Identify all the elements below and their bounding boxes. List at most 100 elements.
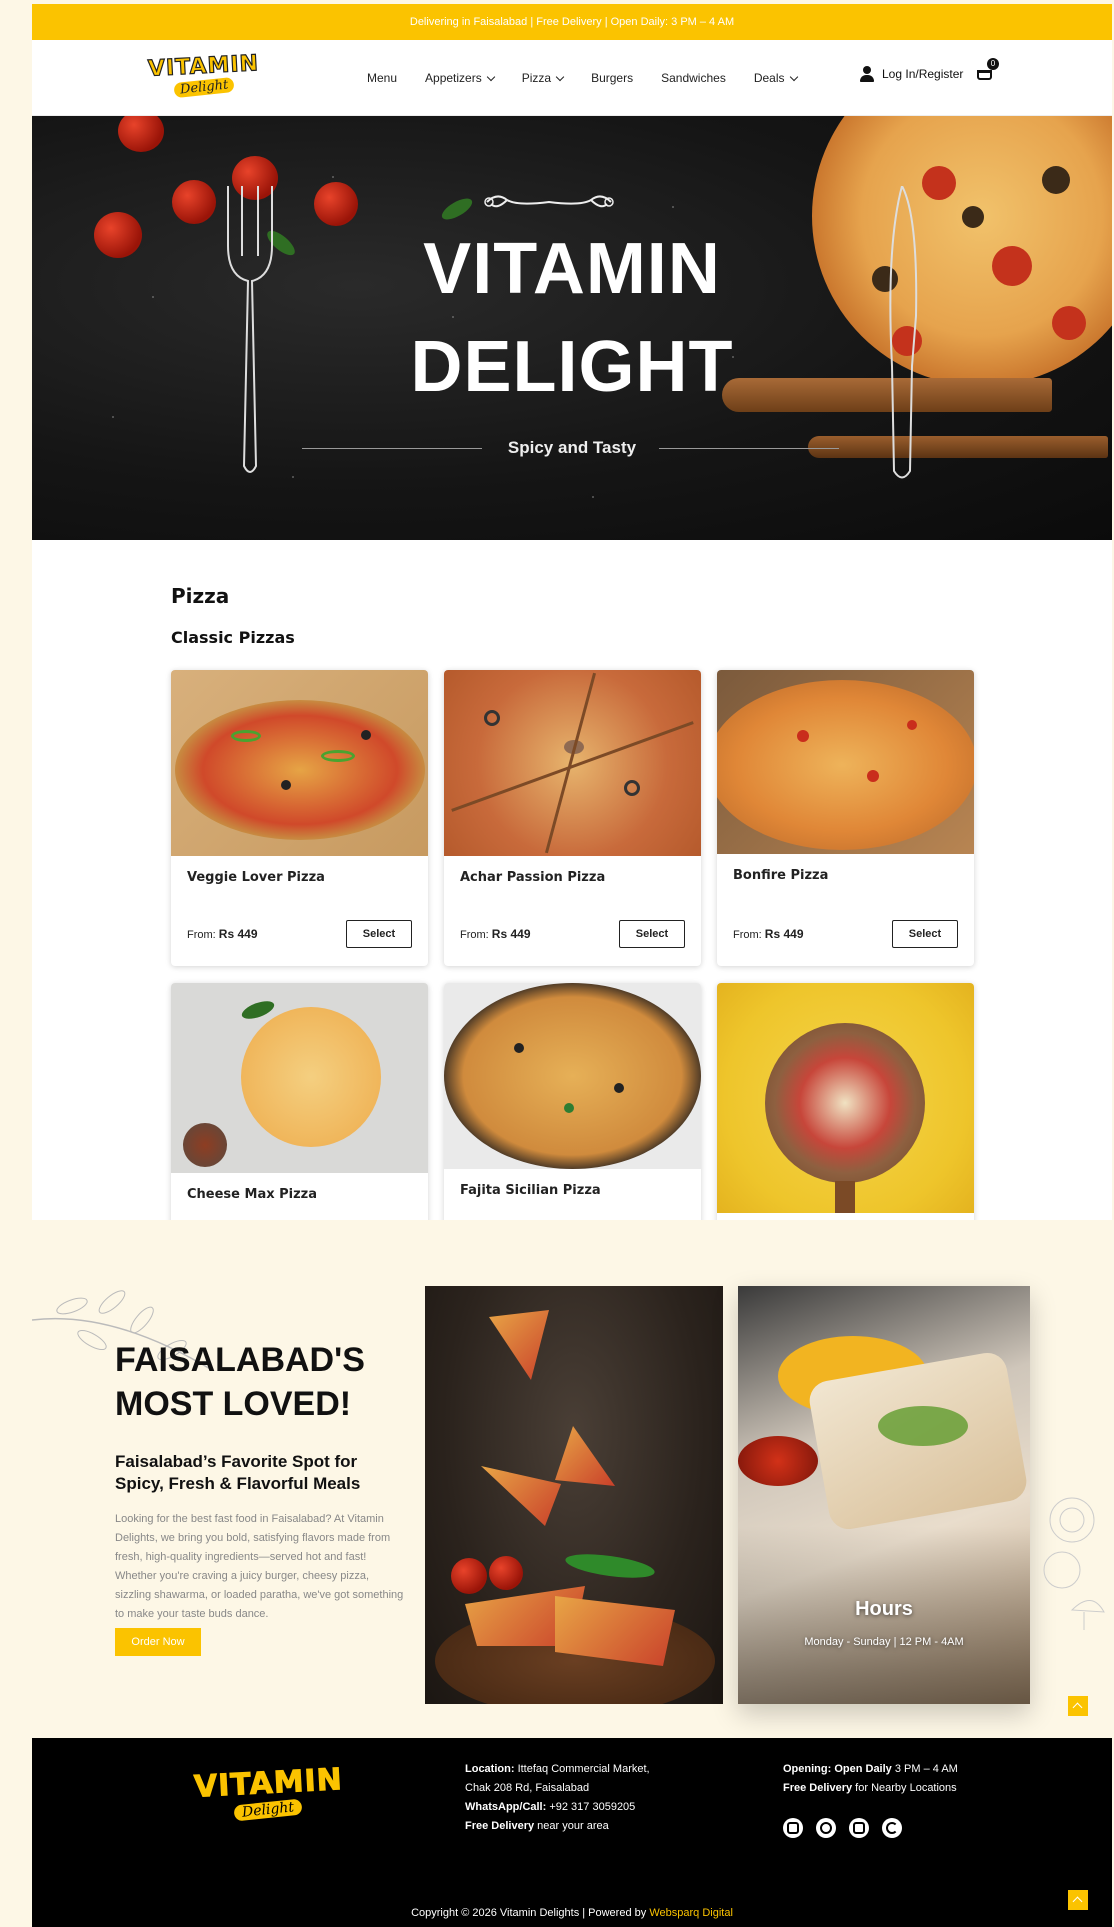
product-name: Fajita Sicilian Pizza bbox=[460, 1183, 601, 1198]
product-card[interactable]: Cheese Max Pizza bbox=[171, 983, 428, 1243]
mushroom-illustration bbox=[1043, 1497, 1105, 1630]
agency-link[interactable]: Websparq Digital bbox=[649, 1907, 733, 1919]
nav-item-deals[interactable]: Deals bbox=[753, 71, 798, 85]
select-button[interactable]: Select bbox=[619, 920, 685, 948]
nav-label: Appetizers bbox=[425, 71, 482, 85]
whatsapp-icon[interactable] bbox=[816, 1818, 836, 1838]
product-price: From: Rs 449 bbox=[460, 927, 531, 941]
contact-label: Location: bbox=[465, 1763, 515, 1775]
hours-text: Monday - Sunday | 12 PM - 4AM bbox=[804, 1636, 964, 1648]
price-value: Rs 449 bbox=[491, 927, 531, 941]
site-footer: VITAMIN Delight Location: Ittefaq Commer… bbox=[32, 1738, 1112, 1927]
price-value: Rs 449 bbox=[218, 927, 258, 941]
delivery-label: Free Delivery bbox=[783, 1782, 853, 1794]
nav-item-sandwiches[interactable]: Sandwiches bbox=[661, 71, 726, 85]
chevron-down-icon bbox=[486, 72, 495, 81]
product-name: Achar Passion Pizza bbox=[460, 870, 606, 885]
logo-wordmark: VITAMIN bbox=[147, 51, 260, 83]
contact-text: Ittefaq Commercial Market, bbox=[517, 1763, 650, 1775]
product-card[interactable]: Achar Passion Pizza From: Rs 449 Select bbox=[444, 670, 701, 966]
cart-icon bbox=[977, 70, 992, 80]
page: Delivering in Faisalabad | Free Delivery… bbox=[32, 4, 1112, 1927]
product-name: Veggie Lover Pizza bbox=[187, 870, 325, 885]
hours-title: Hours bbox=[855, 1598, 913, 1620]
contact-text: near your area bbox=[537, 1820, 609, 1832]
google-icon[interactable] bbox=[882, 1818, 902, 1838]
hours-text: 3 PM – 4 AM bbox=[894, 1763, 958, 1775]
product-image bbox=[171, 670, 428, 856]
phone-link[interactable]: +92 317 3059205 bbox=[549, 1801, 635, 1813]
social-links bbox=[783, 1818, 902, 1838]
title-line: MOST LOVED! bbox=[115, 1385, 352, 1423]
category-title: Classic Pizzas bbox=[171, 628, 295, 647]
hero-title: DELIGHT bbox=[410, 327, 734, 407]
main-nav: Menu Appetizers Pizza Burgers Sandwiches… bbox=[367, 40, 825, 116]
price-prefix: From: bbox=[187, 929, 216, 941]
logo-wordmark: VITAMIN bbox=[193, 1762, 344, 1806]
select-button[interactable]: Select bbox=[346, 920, 412, 948]
footer-hours: Opening: Open Daily 3 PM – 4 AM Free Del… bbox=[783, 1760, 958, 1798]
section-title: Pizza bbox=[171, 584, 230, 608]
copyright-text: Copyright © 2026 Vitamin Delights | Powe… bbox=[411, 1907, 647, 1919]
chevron-down-icon bbox=[555, 72, 565, 81]
hero-title: VITAMIN bbox=[423, 229, 721, 309]
product-name: Bonfire Pizza bbox=[733, 868, 829, 883]
product-card[interactable]: Fajita Sicilian Pizza bbox=[444, 983, 701, 1243]
nav-item-burgers[interactable]: Burgers bbox=[591, 71, 633, 85]
nav-label: Deals bbox=[753, 71, 785, 85]
select-button[interactable]: Select bbox=[892, 920, 958, 948]
chevron-down-icon bbox=[789, 72, 798, 81]
menu-section: Pizza Classic Pizzas Veggie Lover Pizza … bbox=[32, 540, 1112, 1243]
about-description: Looking for the best fast food in Faisal… bbox=[115, 1513, 404, 1620]
login-label: Log In/Register bbox=[882, 67, 964, 81]
product-image bbox=[717, 983, 974, 1213]
delivery-text: for Nearby Locations bbox=[855, 1782, 957, 1794]
product-card[interactable] bbox=[717, 983, 974, 1243]
nav-label: Sandwiches bbox=[661, 71, 726, 85]
nav-item-menu[interactable]: Menu bbox=[367, 71, 397, 85]
about-title: FAISALABAD'S MOST LOVED! bbox=[115, 1338, 365, 1426]
scroll-to-top-button[interactable] bbox=[1068, 1696, 1088, 1716]
title-line: FAISALABAD'S bbox=[115, 1341, 365, 1379]
price-value: Rs 449 bbox=[764, 927, 804, 941]
product-card[interactable]: Bonfire Pizza From: Rs 449 Select bbox=[717, 670, 974, 966]
facebook-icon[interactable] bbox=[849, 1818, 869, 1838]
product-image bbox=[444, 983, 701, 1169]
order-now-button[interactable]: Order Now bbox=[115, 1628, 201, 1656]
hero-banner: VITAMIN DELIGHT Spicy and Tasty bbox=[32, 116, 1112, 540]
product-price: From: Rs 449 bbox=[187, 927, 258, 941]
product-card[interactable]: Veggie Lover Pizza From: Rs 449 Select bbox=[171, 670, 428, 966]
hours-photo-card: Hours Monday - Sunday | 12 PM - 4AM bbox=[738, 1286, 1030, 1704]
product-image bbox=[717, 670, 974, 854]
announcement-bar: Delivering in Faisalabad | Free Delivery… bbox=[32, 4, 1112, 40]
product-image bbox=[171, 983, 428, 1173]
nav-label: Burgers bbox=[591, 71, 634, 85]
hero-subtitle: Spicy and Tasty bbox=[507, 438, 637, 457]
site-logo[interactable]: VITAMIN Delight bbox=[147, 50, 260, 104]
login-register-link[interactable]: Log In/Register bbox=[860, 66, 963, 82]
instagram-icon[interactable] bbox=[783, 1818, 803, 1838]
user-icon bbox=[860, 66, 874, 82]
site-header: VITAMIN Delight Menu Appetizers Pizza Bu… bbox=[32, 40, 1112, 116]
product-name: Cheese Max Pizza bbox=[187, 1187, 318, 1202]
scroll-to-top-button[interactable] bbox=[1068, 1890, 1088, 1910]
tomato-decoration bbox=[314, 182, 358, 226]
footer-contact: Location: Ittefaq Commercial Market, Cha… bbox=[465, 1760, 650, 1836]
about-section: FAISALABAD'S MOST LOVED! Faisalabad’s Fav… bbox=[32, 1220, 1112, 1738]
about-subtitle: Faisalabad’s Favorite Spot for Spicy, Fr… bbox=[115, 1452, 361, 1493]
product-price: From: Rs 449 bbox=[733, 927, 804, 941]
contact-label: WhatsApp/Call: bbox=[465, 1801, 547, 1813]
price-prefix: From: bbox=[460, 929, 489, 941]
cart-button[interactable]: 0 bbox=[975, 58, 999, 84]
contact-text: Chak 208 Rd, Faisalabad bbox=[465, 1782, 590, 1794]
nav-item-pizza[interactable]: Pizza bbox=[522, 71, 565, 85]
hours-label: Opening: Open Daily bbox=[783, 1763, 892, 1775]
copyright: Copyright © 2026 Vitamin Delights | Powe… bbox=[32, 1907, 1112, 1919]
price-prefix: From: bbox=[733, 929, 762, 941]
tomato-decoration bbox=[118, 116, 164, 152]
announcement-text: Delivering in Faisalabad | Free Delivery… bbox=[409, 16, 735, 28]
nav-item-appetizers[interactable]: Appetizers bbox=[425, 71, 495, 85]
contact-label: Free Delivery bbox=[465, 1820, 535, 1832]
nav-label: Menu bbox=[367, 71, 398, 85]
footer-logo[interactable]: VITAMIN Delight bbox=[193, 1758, 344, 1828]
